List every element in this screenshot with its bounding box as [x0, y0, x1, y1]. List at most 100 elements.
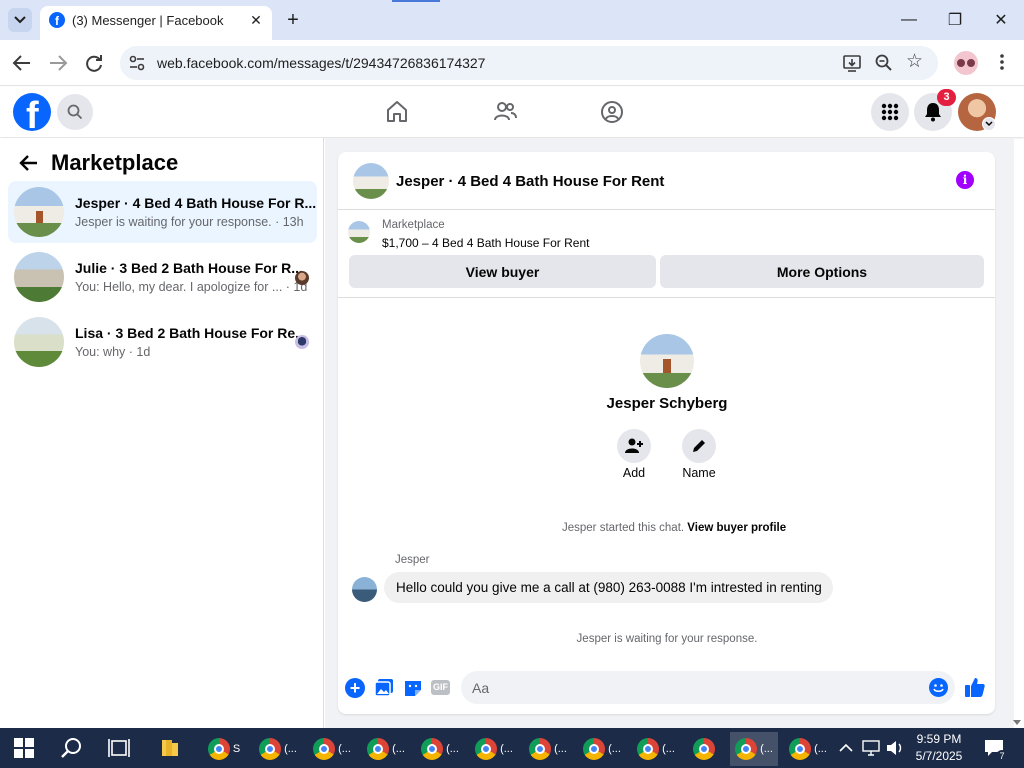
back-arrow-icon[interactable] [18, 152, 40, 174]
chrome-icon [259, 738, 282, 760]
friends-nav-button[interactable] [492, 99, 518, 125]
tab-list-button[interactable] [8, 8, 32, 32]
listing-thumbnail [14, 252, 64, 302]
search-button[interactable] [57, 94, 93, 130]
listing-title[interactable]: $1,700 – 4 Bed 4 Bath House For Rent [382, 236, 589, 250]
conversation-preview: Jesper is waiting for your response. · 1… [75, 215, 304, 229]
listing-thumbnail-small [348, 221, 370, 243]
listing-source: Marketplace [382, 219, 445, 231]
minimize-button[interactable]: — [896, 8, 922, 32]
groups-nav-button[interactable] [599, 99, 625, 125]
taskbar-chrome-app[interactable]: (... [524, 732, 572, 766]
taskbar-chrome-app[interactable]: S [200, 732, 248, 766]
install-app-icon[interactable] [842, 53, 862, 73]
add-person-icon [625, 438, 643, 453]
search-icon [67, 104, 83, 120]
volume-icon[interactable] [886, 740, 904, 756]
close-window-button[interactable]: ✕ [988, 8, 1014, 32]
profile-avatar[interactable] [640, 334, 694, 388]
message-input-placeholder: Aa [472, 680, 490, 696]
taskbar-chrome-app[interactable]: (... [416, 732, 464, 766]
photo-icon [374, 679, 393, 697]
windows-start-button[interactable] [14, 738, 34, 758]
taskbar-app-label: (... [554, 743, 567, 755]
info-icon[interactable]: i [956, 171, 974, 189]
chat-started-text: Jesper started this chat. View buyer pro… [562, 522, 786, 534]
chrome-icon [637, 738, 660, 760]
chat-header-thumbnail[interactable] [353, 163, 389, 199]
chrome-icon [529, 738, 552, 760]
view-buyer-button[interactable]: View buyer [349, 255, 656, 288]
taskbar-chrome-app[interactable]: (... [632, 732, 680, 766]
header-divider [338, 209, 995, 210]
reload-button[interactable] [83, 52, 105, 74]
facebook-logo[interactable]: f [13, 93, 51, 131]
taskbar-app-label: (... [760, 743, 773, 755]
site-info-icon[interactable] [128, 54, 146, 72]
waiting-status: Jesper is waiting for your response. [576, 633, 758, 645]
taskbar-chrome-app[interactable] [680, 732, 728, 766]
listing-thumbnail [14, 317, 64, 367]
edit-name-button[interactable] [682, 429, 716, 463]
taskbar-chrome-app[interactable]: (... [578, 732, 626, 766]
like-button[interactable] [964, 676, 986, 698]
message-input[interactable] [461, 671, 955, 704]
taskbar-chrome-app[interactable]: (... [254, 732, 302, 766]
chrome-icon [367, 738, 390, 760]
view-buyer-profile-link[interactable]: View buyer profile [687, 522, 786, 534]
conversation-name: Lisa · 3 Bed 2 Bath House For Re... [75, 325, 307, 341]
zoom-icon[interactable] [874, 53, 894, 73]
gif-button[interactable]: GIF [431, 680, 450, 695]
emoji-button[interactable] [929, 678, 948, 697]
smiley-icon [933, 684, 944, 692]
taskbar-app-label: (... [284, 743, 297, 755]
add-friend-button[interactable] [617, 429, 651, 463]
account-chevron-icon[interactable] [982, 117, 996, 131]
taskbar-chrome-app[interactable]: (... [308, 732, 356, 766]
notification-center-count: 7 [996, 750, 1008, 762]
chrome-icon [421, 738, 444, 760]
taskbar-chrome-app-active[interactable]: (... [730, 732, 778, 766]
browser-menu-icon[interactable] [996, 52, 1008, 72]
tab-title: (3) Messenger | Facebook [72, 13, 224, 28]
taskbar-chrome-app[interactable]: (... [470, 732, 518, 766]
chrome-icon [583, 738, 606, 760]
chrome-icon [475, 738, 498, 760]
message-sender-name: Jesper [395, 554, 430, 566]
page-scroll-down-arrow[interactable] [1012, 714, 1022, 725]
listing-thumbnail [14, 187, 64, 237]
profile-name: Jesper Schyberg [606, 395, 728, 412]
tab-close-icon[interactable]: ✕ [248, 12, 264, 28]
sender-avatar[interactable] [352, 577, 377, 602]
taskbar-chrome-app[interactable]: (... [362, 732, 410, 766]
chat-header-title[interactable]: Jesper · 4 Bed 4 Bath House For Rent [396, 173, 664, 190]
taskbar-search-button[interactable] [60, 736, 84, 760]
sticker-button[interactable] [403, 678, 423, 698]
seen-avatar [295, 335, 309, 349]
browser-profile-avatar[interactable] [954, 51, 978, 75]
task-view-button[interactable] [108, 738, 130, 758]
bookmark-star-icon[interactable]: ☆ [906, 52, 926, 72]
home-nav-button[interactable] [384, 99, 410, 125]
tab-strip-accent [392, 0, 440, 2]
forward-button[interactable] [46, 52, 70, 74]
taskbar-app-label: (... [446, 743, 459, 755]
menu-button[interactable] [871, 93, 909, 131]
attach-photo-button[interactable] [374, 678, 394, 698]
chevron-down-icon [14, 16, 26, 24]
file-explorer-button[interactable] [160, 738, 180, 758]
clock-date[interactable]: 5/7/2025 [912, 749, 966, 763]
taskbar-chrome-app[interactable]: (... [784, 732, 832, 766]
chrome-icon [789, 738, 812, 760]
add-label: Add [622, 466, 646, 480]
more-options-button[interactable]: More Options [660, 255, 984, 288]
maximize-button[interactable]: ❐ [942, 8, 968, 32]
show-hidden-icons-button[interactable] [839, 741, 853, 753]
url-text: web.facebook.com/messages/t/294347268361… [157, 55, 486, 71]
back-button[interactable] [10, 52, 34, 74]
more-actions-button[interactable]: + [345, 678, 365, 698]
network-icon[interactable] [862, 740, 880, 756]
friends-icon [494, 102, 517, 121]
new-tab-button[interactable]: + [282, 9, 304, 31]
clock-time[interactable]: 9:59 PM [912, 732, 966, 746]
